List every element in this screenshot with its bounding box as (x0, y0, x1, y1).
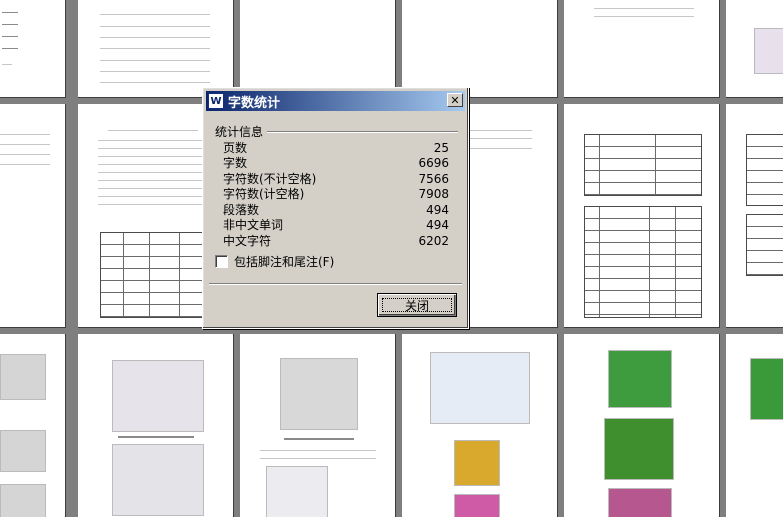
page-thumbnail[interactable] (564, 104, 720, 328)
dialog-titlebar[interactable]: W 字数统计 ✕ (206, 91, 465, 111)
stat-label: 字数 (223, 156, 248, 170)
stat-row-chars-with-spaces: 字符数(计空格) 7908 (223, 187, 449, 202)
stat-row-non-chinese-words: 非中文单词 494 (223, 218, 449, 233)
stat-row-pages: 页数 25 (223, 141, 449, 156)
stat-label: 非中文单词 (223, 218, 284, 232)
stat-value: 6696 (418, 156, 449, 170)
stat-value: 7908 (418, 187, 449, 201)
page-thumbnail[interactable] (726, 104, 783, 328)
include-footnotes-label[interactable]: 包括脚注和尾注(F) (234, 253, 334, 270)
stat-label: 字符数(计空格) (223, 187, 305, 201)
include-footnotes-checkbox[interactable] (215, 254, 228, 268)
stat-value: 6202 (418, 234, 449, 248)
page-thumbnail[interactable] (78, 0, 234, 98)
page-thumbnail[interactable] (564, 0, 720, 98)
stat-label: 页数 (223, 141, 248, 155)
word-count-dialog: W 字数统计 ✕ 统计信息 页数 25 字数 6696 字符数(不计空格) 75… (202, 87, 469, 329)
stat-value: 494 (426, 203, 449, 217)
page-thumbnail[interactable] (0, 104, 66, 328)
page-thumbnail[interactable] (240, 0, 396, 98)
stat-label: 字符数(不计空格) (223, 172, 317, 186)
include-footnotes-option[interactable]: 包括脚注和尾注(F) (215, 253, 334, 270)
document-workspace: W 字数统计 ✕ 统计信息 页数 25 字数 6696 字符数(不计空格) 75… (0, 0, 783, 517)
stat-value: 494 (426, 218, 449, 232)
close-button[interactable]: ✕ (447, 93, 463, 107)
page-thumbnail[interactable] (402, 0, 558, 98)
stat-row-paragraphs: 段落数 494 (223, 203, 449, 218)
word-app-icon: W (208, 93, 224, 109)
stat-row-chinese-chars: 中文字符 6202 (223, 234, 449, 249)
dialog-title: 字数统计 (228, 95, 281, 111)
stat-label: 中文字符 (223, 234, 272, 248)
page-thumbnail[interactable] (726, 0, 783, 98)
page-thumbnail[interactable] (564, 334, 720, 517)
close-dialog-button[interactable]: 关闭 (377, 293, 457, 317)
stat-value: 7566 (418, 172, 449, 186)
stat-row-words: 字数 6696 (223, 156, 449, 171)
stat-value: 25 (433, 141, 449, 155)
page-thumbnail[interactable] (0, 334, 66, 517)
stat-row-chars-no-spaces: 字符数(不计空格) 7566 (223, 172, 449, 187)
page-thumbnail[interactable] (0, 0, 66, 98)
page-thumbnail[interactable] (240, 334, 396, 517)
close-icon: ✕ (450, 93, 460, 107)
statistics-group-label: 统计信息 (215, 123, 268, 140)
page-thumbnail[interactable] (78, 334, 234, 517)
page-thumbnail[interactable] (402, 334, 558, 517)
stat-label: 段落数 (223, 203, 260, 217)
button-separator (209, 283, 462, 285)
page-thumbnail[interactable] (726, 334, 783, 517)
focus-rect (382, 298, 452, 312)
